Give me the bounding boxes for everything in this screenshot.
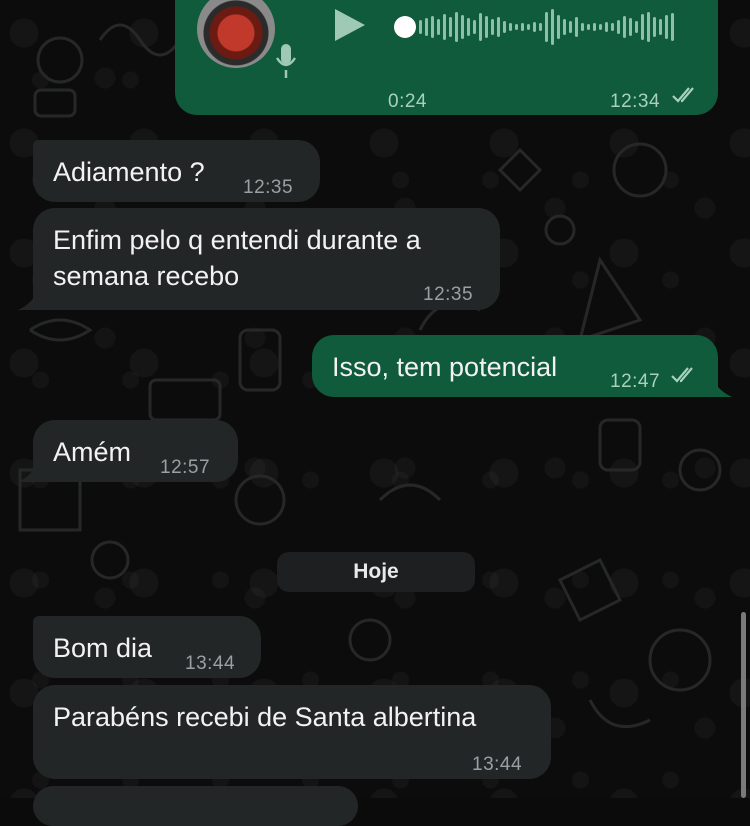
waveform-bar — [467, 18, 470, 36]
waveform-bar — [539, 23, 542, 31]
audio-time: 12:34 — [610, 91, 661, 112]
message-bubble-incoming[interactable]: Adiamento ? 12:35 — [33, 140, 320, 202]
message-time: 12:35 — [243, 177, 294, 198]
audio-message-bubble[interactable]: 0:24 12:34 — [175, 0, 718, 115]
waveform-bar — [671, 13, 674, 41]
message-text: Parabéns recebi de Santa albertina — [53, 702, 477, 732]
waveform-bar — [569, 21, 572, 33]
bubble-tail — [710, 375, 732, 397]
waveform-bar — [503, 21, 506, 33]
waveform-bar — [431, 16, 434, 38]
message-text: Adiamento ? — [53, 157, 205, 187]
scrollbar[interactable] — [741, 612, 746, 798]
message-bubble-incoming[interactable]: Parabéns recebi de Santa albertina 13:44 — [33, 685, 551, 779]
waveform-bar — [491, 19, 494, 35]
waveform-bar — [635, 21, 638, 33]
message-text: Bom dia — [53, 633, 153, 663]
waveform-bar — [557, 15, 560, 39]
waveform-bar — [479, 13, 482, 41]
waveform-bar — [647, 12, 650, 42]
message-time: 13:44 — [185, 653, 236, 674]
bubble-tail — [18, 460, 40, 482]
message-time: 12:57 — [160, 457, 211, 478]
waveform-bar — [425, 18, 428, 36]
waveform-bar — [581, 23, 584, 31]
waveform-bar — [623, 16, 626, 38]
bubble-tail — [18, 288, 40, 310]
audio-progress-knob[interactable] — [394, 16, 416, 38]
message-time: 12:47 — [610, 371, 661, 392]
message-text: Isso, tem potencial — [332, 352, 558, 382]
waveform-bar — [593, 23, 596, 31]
audio-duration: 0:24 — [388, 91, 427, 112]
waveform-bar — [599, 24, 602, 30]
waveform-bar — [617, 20, 620, 34]
waveform-bar — [575, 17, 578, 37]
waveform-bar — [533, 22, 536, 32]
waveform-bar — [461, 15, 464, 39]
waveform-bar — [443, 14, 446, 40]
message-bubble-outgoing[interactable]: Isso, tem potencial 12:47 — [312, 335, 718, 397]
waveform-bar — [485, 16, 488, 38]
waveform-bar — [509, 23, 512, 31]
waveform-bar — [515, 24, 518, 30]
waveform-bar — [545, 12, 548, 42]
waveform-bar — [641, 14, 644, 40]
waveform-bar — [611, 23, 614, 31]
audio-waveform[interactable] — [419, 7, 689, 47]
waveform-bar — [455, 12, 458, 42]
waveform-bar — [563, 19, 566, 35]
waveform-bar — [605, 22, 608, 32]
message-bubble-incoming[interactable]: Amém 12:57 — [33, 420, 238, 482]
waveform-bar — [659, 19, 662, 35]
waveform-bar — [497, 17, 500, 37]
waveform-bar — [419, 20, 422, 34]
date-divider: Hoje — [277, 552, 475, 592]
waveform-bar — [653, 17, 656, 37]
waveform-bar — [587, 24, 590, 30]
message-bubble-incoming[interactable]: Enfim pelo q entendi durante a semana re… — [33, 208, 500, 310]
waveform-bar — [521, 23, 524, 31]
audio-sender-avatar[interactable] — [197, 0, 275, 68]
double-check-icon — [672, 87, 694, 103]
waveform-bar — [629, 18, 632, 36]
message-bubble-incoming[interactable]: Bom dia 13:44 — [33, 616, 261, 678]
microphone-icon — [275, 44, 297, 78]
double-check-icon — [671, 367, 693, 383]
waveform-bar — [437, 19, 440, 35]
waveform-bar — [473, 20, 476, 34]
waveform-bar — [551, 9, 554, 45]
waveform-bar — [527, 24, 530, 30]
waveform-bar — [449, 17, 452, 37]
message-time: 12:35 — [423, 284, 474, 305]
message-time: 13:44 — [472, 754, 523, 775]
play-icon[interactable] — [333, 7, 367, 43]
message-bubble-incoming-partial[interactable] — [33, 786, 358, 826]
message-text: Amém — [53, 437, 132, 467]
waveform-bar — [665, 15, 668, 39]
